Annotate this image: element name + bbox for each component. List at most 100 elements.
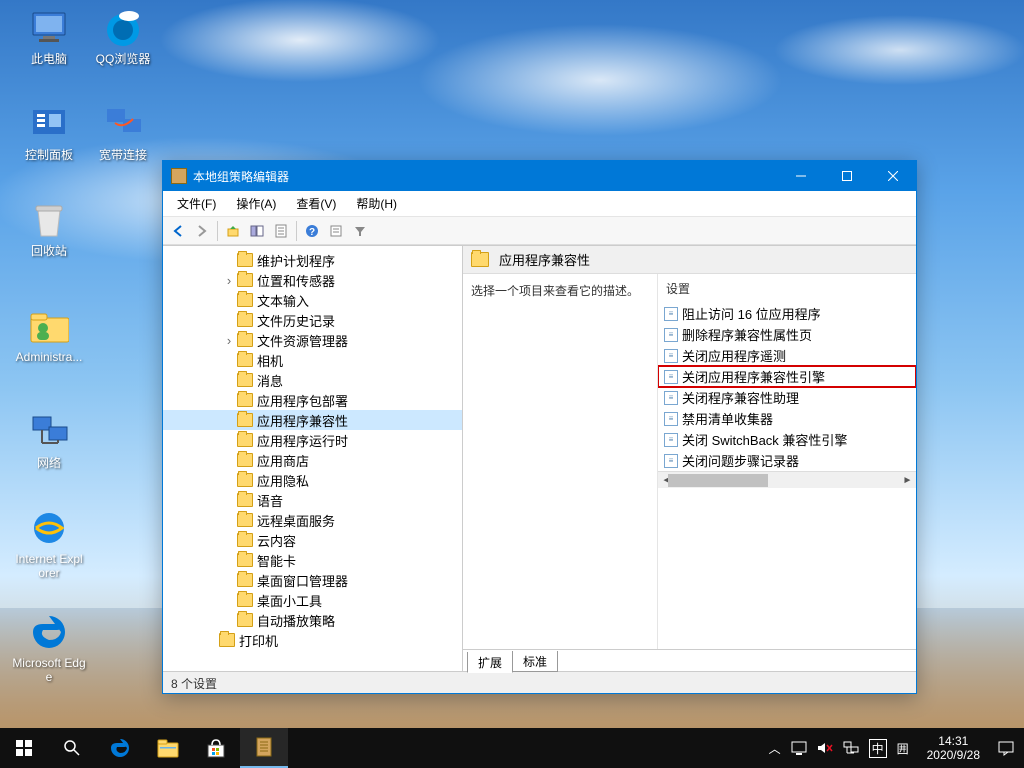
scroll-right-arrow[interactable]: ► — [899, 472, 916, 489]
tree-node[interactable]: 打印机 — [163, 630, 462, 650]
filter-button[interactable] — [349, 220, 371, 242]
close-button[interactable] — [870, 161, 916, 191]
tree-node[interactable]: 应用程序包部署 — [163, 390, 462, 410]
menu-file[interactable]: 文件(F) — [167, 191, 226, 216]
setting-item[interactable]: ≡关闭程序兼容性助理 — [658, 387, 916, 408]
desktop-icon-this-pc[interactable]: 此电脑 — [12, 8, 86, 66]
tree-node-label: 桌面小工具 — [257, 591, 322, 610]
show-hide-tree-button[interactable] — [246, 220, 268, 242]
tree-node[interactable]: ›位置和传感器 — [163, 270, 462, 290]
desktop-icon-qq-browser[interactable]: QQ浏览器 — [86, 8, 160, 66]
tray-chevron-up-icon[interactable]: ︿ — [769, 740, 781, 757]
setting-item[interactable]: ≡关闭应用程序遥测 — [658, 345, 916, 366]
tree-node[interactable]: 桌面小工具 — [163, 590, 462, 610]
icon-label: 此电脑 — [12, 52, 86, 66]
search-button[interactable] — [48, 728, 96, 768]
expand-toggle-icon[interactable]: › — [221, 333, 237, 348]
folder-icon — [237, 593, 253, 607]
tree-panel[interactable]: 维护计划程序›位置和传感器文本输入文件历史记录›文件资源管理器相机消息应用程序包… — [163, 246, 463, 671]
tree-node[interactable]: 自动播放策略 — [163, 610, 462, 630]
desktop-icon-control-panel[interactable]: 控制面板 — [12, 104, 86, 162]
tree-node[interactable]: 智能卡 — [163, 550, 462, 570]
column-header-setting[interactable]: 设置 — [658, 274, 916, 303]
start-button[interactable] — [0, 728, 48, 768]
tree-node[interactable]: 应用程序运行时 — [163, 430, 462, 450]
tree-node-label: 远程桌面服务 — [257, 511, 335, 530]
tree-node[interactable]: 远程桌面服务 — [163, 510, 462, 530]
desktop-icon-admin[interactable]: Administra... — [12, 306, 86, 364]
ime-indicator-2[interactable]: 囲 — [897, 740, 909, 757]
app-icon — [171, 168, 187, 184]
tree-node[interactable]: 桌面窗口管理器 — [163, 570, 462, 590]
help-button[interactable]: ? — [301, 220, 323, 242]
menu-action[interactable]: 操作(A) — [226, 191, 286, 216]
folder-icon — [237, 533, 253, 547]
back-button[interactable] — [167, 220, 189, 242]
desktop-icon-recycle-bin[interactable]: 回收站 — [12, 200, 86, 258]
setting-item[interactable]: ≡禁用清单收集器 — [658, 408, 916, 429]
folder-icon — [237, 573, 253, 587]
tree-node[interactable]: 文件历史记录 — [163, 310, 462, 330]
tray-display-icon[interactable] — [791, 741, 807, 755]
menu-help[interactable]: 帮助(H) — [346, 191, 407, 216]
up-button[interactable] — [222, 220, 244, 242]
setting-item[interactable]: ≡关闭 SwitchBack 兼容性引擎 — [658, 429, 916, 450]
taskbar-clock[interactable]: 14:31 2020/9/28 — [919, 734, 988, 762]
details-header: 应用程序兼容性 — [463, 246, 916, 274]
taskbar-store[interactable] — [192, 728, 240, 768]
setting-label: 禁用清单收集器 — [682, 409, 773, 428]
action-center-icon[interactable] — [998, 740, 1014, 756]
setting-label: 关闭问题步骤记录器 — [682, 451, 799, 470]
desktop-icon-edge[interactable]: Microsoft Edge — [12, 612, 86, 684]
minimize-button[interactable] — [778, 161, 824, 191]
tree-node[interactable]: 应用商店 — [163, 450, 462, 470]
desktop-icon-ie[interactable]: Internet Explorer — [12, 508, 86, 580]
tree-node[interactable]: 云内容 — [163, 530, 462, 550]
tree-node[interactable]: 消息 — [163, 370, 462, 390]
taskbar-explorer[interactable] — [144, 728, 192, 768]
setting-item[interactable]: ≡阻止访问 16 位应用程序 — [658, 303, 916, 324]
tree-node-label: 应用程序运行时 — [257, 431, 348, 450]
tree-node-label: 应用程序包部署 — [257, 391, 348, 410]
tray-network-icon[interactable] — [843, 741, 859, 755]
desktop-icon-broadband[interactable]: 宽带连接 — [86, 104, 160, 162]
tab-extended[interactable]: 扩展 — [467, 652, 513, 673]
tray-volume-muted-icon[interactable] — [817, 741, 833, 755]
taskbar[interactable]: ︿ 中 囲 14:31 2020/9/28 — [0, 728, 1024, 768]
tree-node[interactable]: 应用程序兼容性 — [163, 410, 462, 430]
folder-user-icon — [29, 306, 69, 346]
menu-view[interactable]: 查看(V) — [286, 191, 346, 216]
titlebar[interactable]: 本地组策略编辑器 — [163, 161, 916, 191]
setting-item[interactable]: ≡删除程序兼容性属性页 — [658, 324, 916, 345]
maximize-button[interactable] — [824, 161, 870, 191]
setting-item[interactable]: ≡关闭问题步骤记录器 — [658, 450, 916, 471]
expand-toggle-icon[interactable]: › — [221, 273, 237, 288]
forward-button[interactable] — [191, 220, 213, 242]
folder-icon — [237, 293, 253, 307]
separator — [217, 221, 218, 241]
taskbar-gpedit[interactable] — [240, 728, 288, 768]
settings-list[interactable]: 设置 ≡阻止访问 16 位应用程序≡删除程序兼容性属性页≡关闭应用程序遥测≡关闭… — [658, 274, 916, 649]
properties-button[interactable] — [270, 220, 292, 242]
tree-node[interactable]: 维护计划程序 — [163, 250, 462, 270]
tree-node[interactable]: 文本输入 — [163, 290, 462, 310]
tree-node[interactable]: 应用隐私 — [163, 470, 462, 490]
details-title: 应用程序兼容性 — [499, 250, 590, 269]
tree-node[interactable]: 语音 — [163, 490, 462, 510]
desktop-icon-network[interactable]: 网络 — [12, 412, 86, 470]
policy-icon: ≡ — [664, 328, 678, 342]
tree-node[interactable]: 相机 — [163, 350, 462, 370]
setting-label: 阻止访问 16 位应用程序 — [682, 304, 821, 323]
tree-node[interactable]: ›文件资源管理器 — [163, 330, 462, 350]
export-list-button[interactable] — [325, 220, 347, 242]
policy-icon: ≡ — [664, 349, 678, 363]
scroll-thumb[interactable] — [668, 474, 768, 487]
view-tabs: 扩展 标准 — [463, 649, 916, 671]
horizontal-scrollbar[interactable]: ◄ ► — [658, 471, 916, 488]
setting-item[interactable]: ≡关闭应用程序兼容性引擎 — [658, 366, 916, 387]
tab-standard[interactable]: 标准 — [512, 651, 558, 672]
broadband-icon — [103, 104, 143, 144]
ime-indicator-1[interactable]: 中 — [869, 739, 887, 758]
policy-icon: ≡ — [664, 370, 678, 384]
taskbar-edge[interactable] — [96, 728, 144, 768]
